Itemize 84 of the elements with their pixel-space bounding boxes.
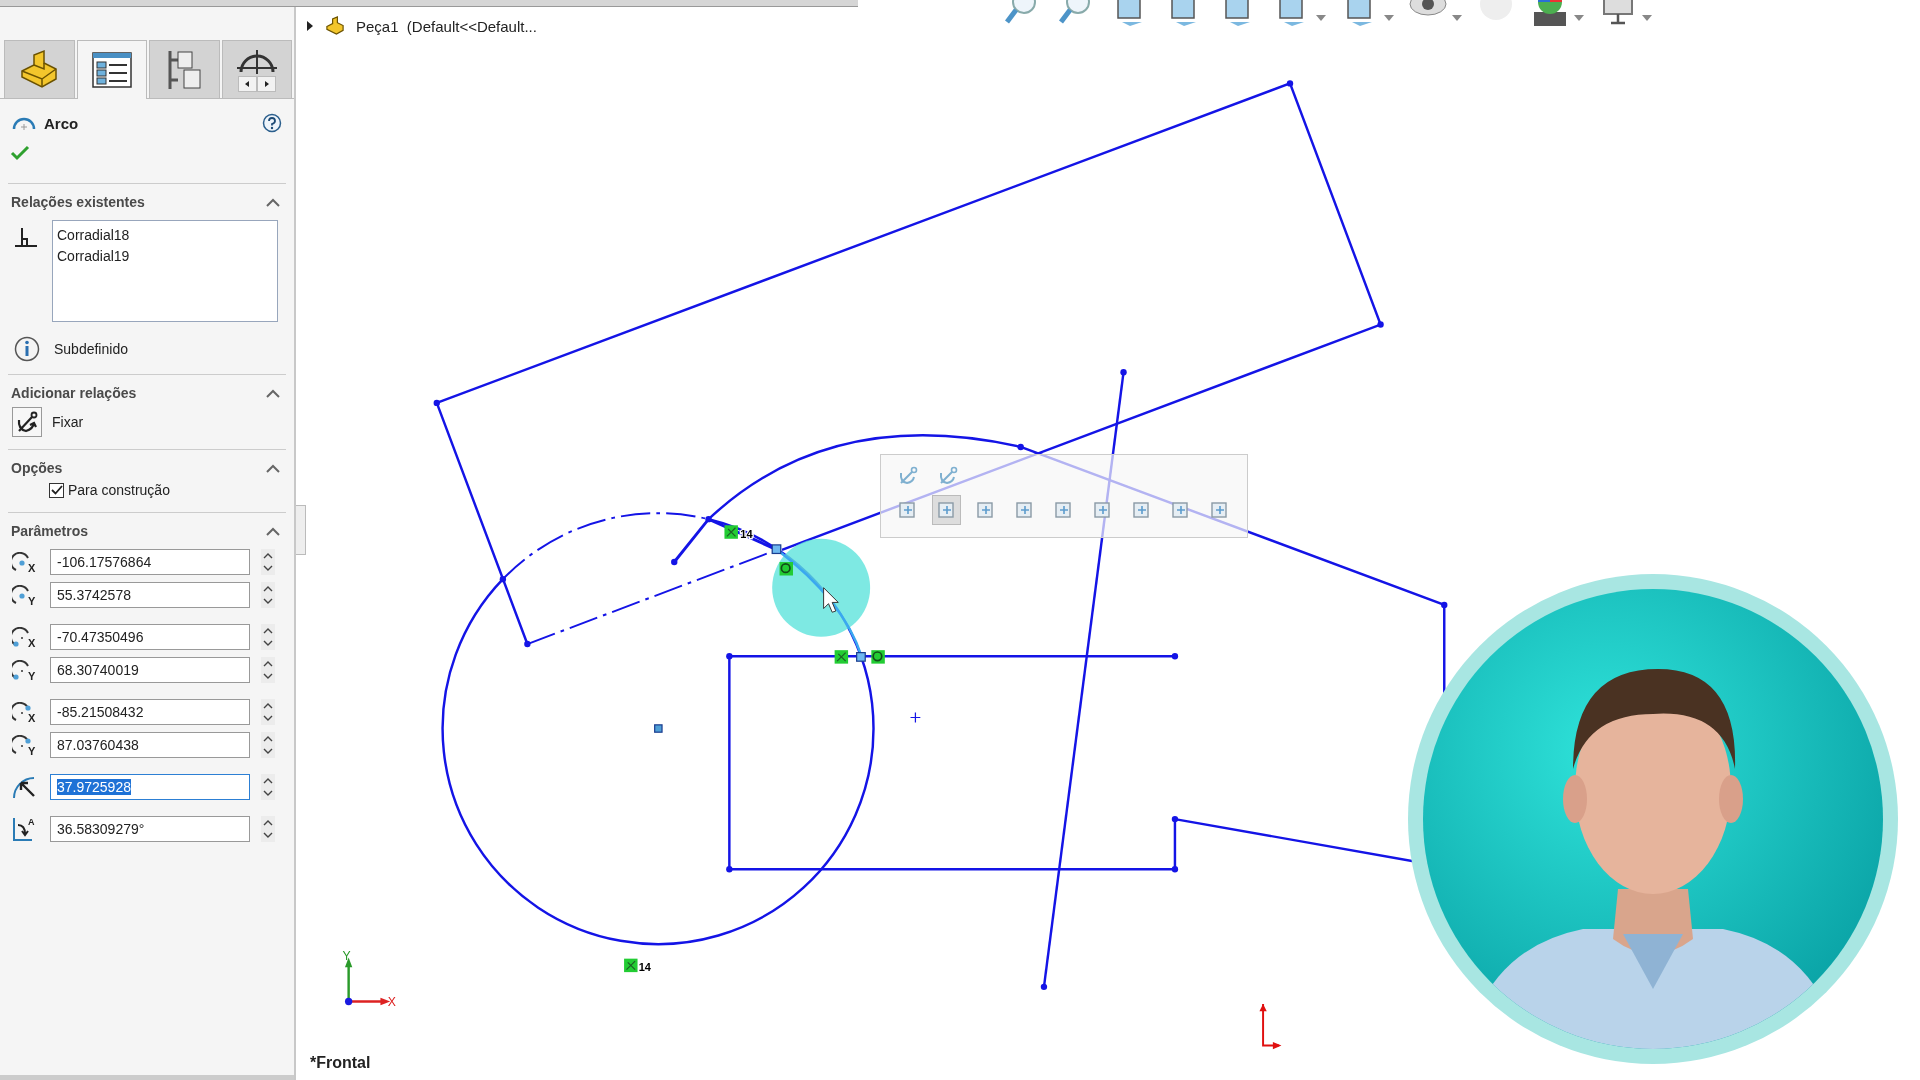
panel-tab[interactable] [76,40,147,99]
axis-letter: X [28,637,36,649]
feature-tree-item[interactable]: Peça1 (Default<<Default... [356,17,537,35]
spin-arrows-icon[interactable] [261,582,275,608]
origin-axes-drawing [1259,1002,1282,1050]
relation-marker [624,958,638,973]
section-title: Relações existentes [11,194,145,210]
checkbox[interactable] [49,482,64,498]
checkbox-label[interactable]: Para construção [68,482,170,498]
section-title: Parâmetros [11,523,89,539]
fix-relation-label[interactable]: Fixar [52,414,84,430]
view-name: *Frontal [310,1054,371,1072]
arc-endpoint[interactable] [856,652,866,662]
section-title: Opções [11,460,63,476]
ok-check-icon[interactable] [10,145,30,161]
spin-arrows-icon[interactable] [261,699,275,725]
axis-letter: Y [28,595,36,607]
sketch-point [705,516,712,523]
relation-item[interactable]: Corradial18 [57,225,273,246]
spin-arrows-icon[interactable] [261,624,275,650]
collapse-icon[interactable] [266,526,280,536]
anchor-icon[interactable] [12,407,42,437]
sketch-point [726,653,733,660]
sketch-point [1120,369,1127,376]
sketch-point [1441,601,1448,609]
sketch-point [726,866,733,873]
sketch-point [1171,653,1179,660]
collapsed-caret-icon[interactable] [306,21,314,31]
sketch-point [671,558,678,566]
arc-crosshair-icon [236,47,277,74]
sketch-point [1286,80,1294,87]
axis-letter: A [28,817,35,827]
mouse-cursor-icon [823,587,839,613]
panel-tab[interactable] [149,40,220,98]
corradial-marker [871,650,885,664]
spin-arrows-icon[interactable] [261,816,275,842]
relations-list[interactable]: Corradial18 Corradial19 [52,220,278,322]
collapse-icon[interactable] [266,463,280,473]
sketch-point [524,640,531,648]
axis-letter: X [28,712,36,724]
sketch-point [433,399,440,407]
parameter-field[interactable]: 55.3742578 [50,582,250,608]
relation-marker [724,525,738,539]
axis-letter: Y [28,670,36,682]
parameter-field[interactable]: 37.9725928 [50,774,250,800]
collapse-icon[interactable] [266,197,280,207]
parameter-field[interactable]: 87.03760438 [50,732,250,758]
spin-arrows-icon[interactable] [261,774,275,800]
scroll-arrows-icon[interactable] [237,75,276,92]
info-icon [14,336,40,362]
sketch-point [1171,815,1179,823]
axis-label: Y [342,948,351,963]
collapse-icon[interactable] [266,388,280,398]
sketch-point [1171,866,1179,873]
parameter-field[interactable]: 36.58309279° [50,816,250,842]
perpendicular-icon [14,226,38,248]
help-icon[interactable] [262,113,282,133]
sketch-point [499,576,507,583]
parameter-field[interactable]: 68.30740019 [50,657,250,683]
parameter-field[interactable]: -85.21508432 [50,699,250,725]
spin-arrows-icon[interactable] [261,657,275,683]
relation-label: 14 [638,960,651,973]
origin-marker [909,712,921,723]
parameter-field[interactable]: -70.47350496 [50,624,250,650]
relation-item[interactable]: Corradial19 [57,246,273,267]
status-text: Subdefinido [54,341,128,357]
arc-endpoint[interactable] [771,544,782,555]
parameter-field[interactable]: -106.17576864 [50,549,250,575]
part-icon [324,16,346,36]
sketch-point [1017,443,1024,451]
arc-icon [12,115,36,131]
axis-letter: Y [28,745,36,757]
spin-arrows-icon[interactable] [261,549,275,575]
panel-tab[interactable] [221,40,292,98]
sketch-point [1040,983,1048,990]
sketch-point [1377,321,1384,328]
list-icon [89,50,134,90]
spin-arrows-icon[interactable] [261,732,275,758]
section-title: Adicionar relações [11,385,137,401]
relation-marker [834,650,849,664]
axis-label: X [387,995,396,1010]
arc-center-point[interactable] [654,724,663,733]
axis-letter: X [28,562,36,574]
panel-title: Arco [44,114,80,132]
